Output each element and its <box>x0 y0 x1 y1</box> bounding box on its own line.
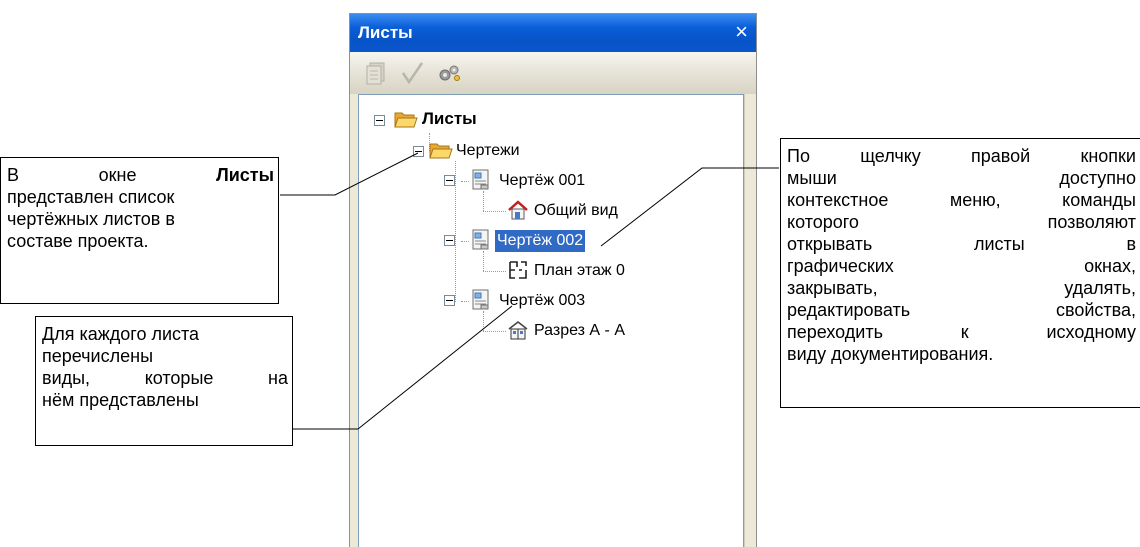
callout-line: составе проекта. <box>7 231 149 251</box>
folder-open-icon <box>394 109 418 134</box>
callout-sheets-window: В окне Листы представлен список чертёжны… <box>0 157 279 304</box>
tree-view-label[interactable]: Разрез А - А <box>532 320 627 342</box>
callout-line: перечислены <box>42 346 154 366</box>
tree-sheet-001-label[interactable]: Чертёж 001 <box>497 170 587 192</box>
callout-line: представлен список <box>7 187 175 207</box>
callout-line: нём представлены <box>42 390 199 410</box>
callout-word: команды <box>1062 190 1136 210</box>
sheet-document-icon <box>471 169 491 196</box>
callout-word: виды, <box>42 368 91 388</box>
callout-line: виду документирования. <box>787 344 994 364</box>
callout-word: к <box>960 322 969 342</box>
callout-word: По <box>787 146 810 166</box>
tree-connector <box>483 331 506 332</box>
tree-connector <box>461 241 469 242</box>
checkmark-icon[interactable] <box>400 60 426 86</box>
callout-line: По щелчку правой кнопки <box>787 145 1136 167</box>
callout-word: правой <box>971 146 1031 166</box>
sheet-document-icon <box>471 289 491 316</box>
callout-word: кнопки <box>1080 146 1136 166</box>
callout-line: графических окнах, <box>787 255 1136 277</box>
callout-word: окнах, <box>1084 256 1136 276</box>
tree-view-label[interactable]: План этаж 0 <box>532 260 627 282</box>
collapse-sheet-003-icon[interactable] <box>444 295 455 306</box>
sheets-panel: Листы × Листы Чертежи Чертёж 001 Общий в… <box>349 13 757 547</box>
section-view-icon <box>507 319 529 346</box>
callout-word: открывать <box>787 234 873 254</box>
callout-word: контекстное <box>787 190 889 210</box>
callout-word: окне <box>98 165 137 185</box>
collapse-root-icon[interactable] <box>374 115 385 126</box>
tree-root-label[interactable]: Листы <box>420 108 479 130</box>
callout-word: позволяют <box>1047 212 1136 232</box>
tree-view-label[interactable]: Общий вид <box>532 200 620 222</box>
tree-connector <box>461 181 469 182</box>
callout-word: переходить <box>787 322 883 342</box>
callout-line: мыши доступно <box>787 167 1136 189</box>
callout-line: чертёжных листов в <box>7 209 175 229</box>
sheets-icon[interactable] <box>364 60 390 86</box>
tree-sheet-003-label[interactable]: Чертёж 003 <box>497 290 587 312</box>
tree-connector <box>455 161 456 302</box>
callout-views-list: Для каждого листа перечислены виды, котор… <box>35 316 293 446</box>
callout-word: графических <box>787 256 894 276</box>
tree-sheet-002-label[interactable]: Чертёж 002 <box>495 230 586 252</box>
callout-word: щелчку <box>860 146 921 166</box>
callout-word: которого <box>787 212 859 232</box>
floor-plan-icon <box>507 259 529 286</box>
callout-line: закрывать, удалять, <box>787 277 1136 299</box>
callout-word: В <box>7 165 20 185</box>
callout-bold-term: Листы <box>216 165 274 185</box>
folder-open-icon <box>429 140 453 165</box>
tree-connector <box>461 301 469 302</box>
callout-word: редактировать <box>787 300 911 320</box>
callout-word: исходному <box>1046 322 1136 342</box>
callout-word: свойства, <box>1055 300 1136 320</box>
close-icon[interactable]: × <box>735 19 748 45</box>
callout-word: мыши <box>787 168 837 188</box>
callout-word: доступно <box>1059 168 1136 188</box>
callout-line: контекстное меню, команды <box>787 189 1136 211</box>
callout-line: виды, которые на <box>42 367 288 389</box>
callout-line: которого позволяют <box>787 211 1136 233</box>
sheets-tree: Листы Чертежи Чертёж 001 Общий вид Чертё… <box>358 94 744 547</box>
callout-line: открывать листы в <box>787 233 1136 255</box>
panel-title: Листы <box>358 23 413 42</box>
callout-word: меню, <box>949 190 1001 210</box>
panel-right-edge <box>744 94 756 547</box>
tree-connector <box>483 271 506 272</box>
callout-word: в <box>1126 234 1136 254</box>
panel-title-bar[interactable]: Листы × <box>350 14 756 52</box>
sheet-document-icon <box>471 229 491 256</box>
callout-word: которые <box>144 368 214 388</box>
callout-word: листы <box>973 234 1025 254</box>
collapse-sheet-001-icon[interactable] <box>444 175 455 186</box>
callout-word: на <box>268 368 288 388</box>
properties-icon[interactable] <box>436 60 462 86</box>
callout-line: редактировать свойства, <box>787 299 1136 321</box>
callout-context-menu: По щелчку правой кнопки мыши доступно контек… <box>780 138 1140 408</box>
house-view-icon <box>507 199 529 226</box>
callout-word: удалять, <box>1064 278 1136 298</box>
callout-word: закрывать, <box>787 278 878 298</box>
panel-toolbar <box>350 52 756 94</box>
tree-connector <box>483 211 506 212</box>
tree-group-label[interactable]: Чертежи <box>454 140 522 162</box>
callout-line: переходить к исходному <box>787 321 1136 343</box>
collapse-drawings-icon[interactable] <box>413 146 424 157</box>
callout-line: Для каждого листа <box>42 324 200 344</box>
collapse-sheet-002-icon[interactable] <box>444 235 455 246</box>
